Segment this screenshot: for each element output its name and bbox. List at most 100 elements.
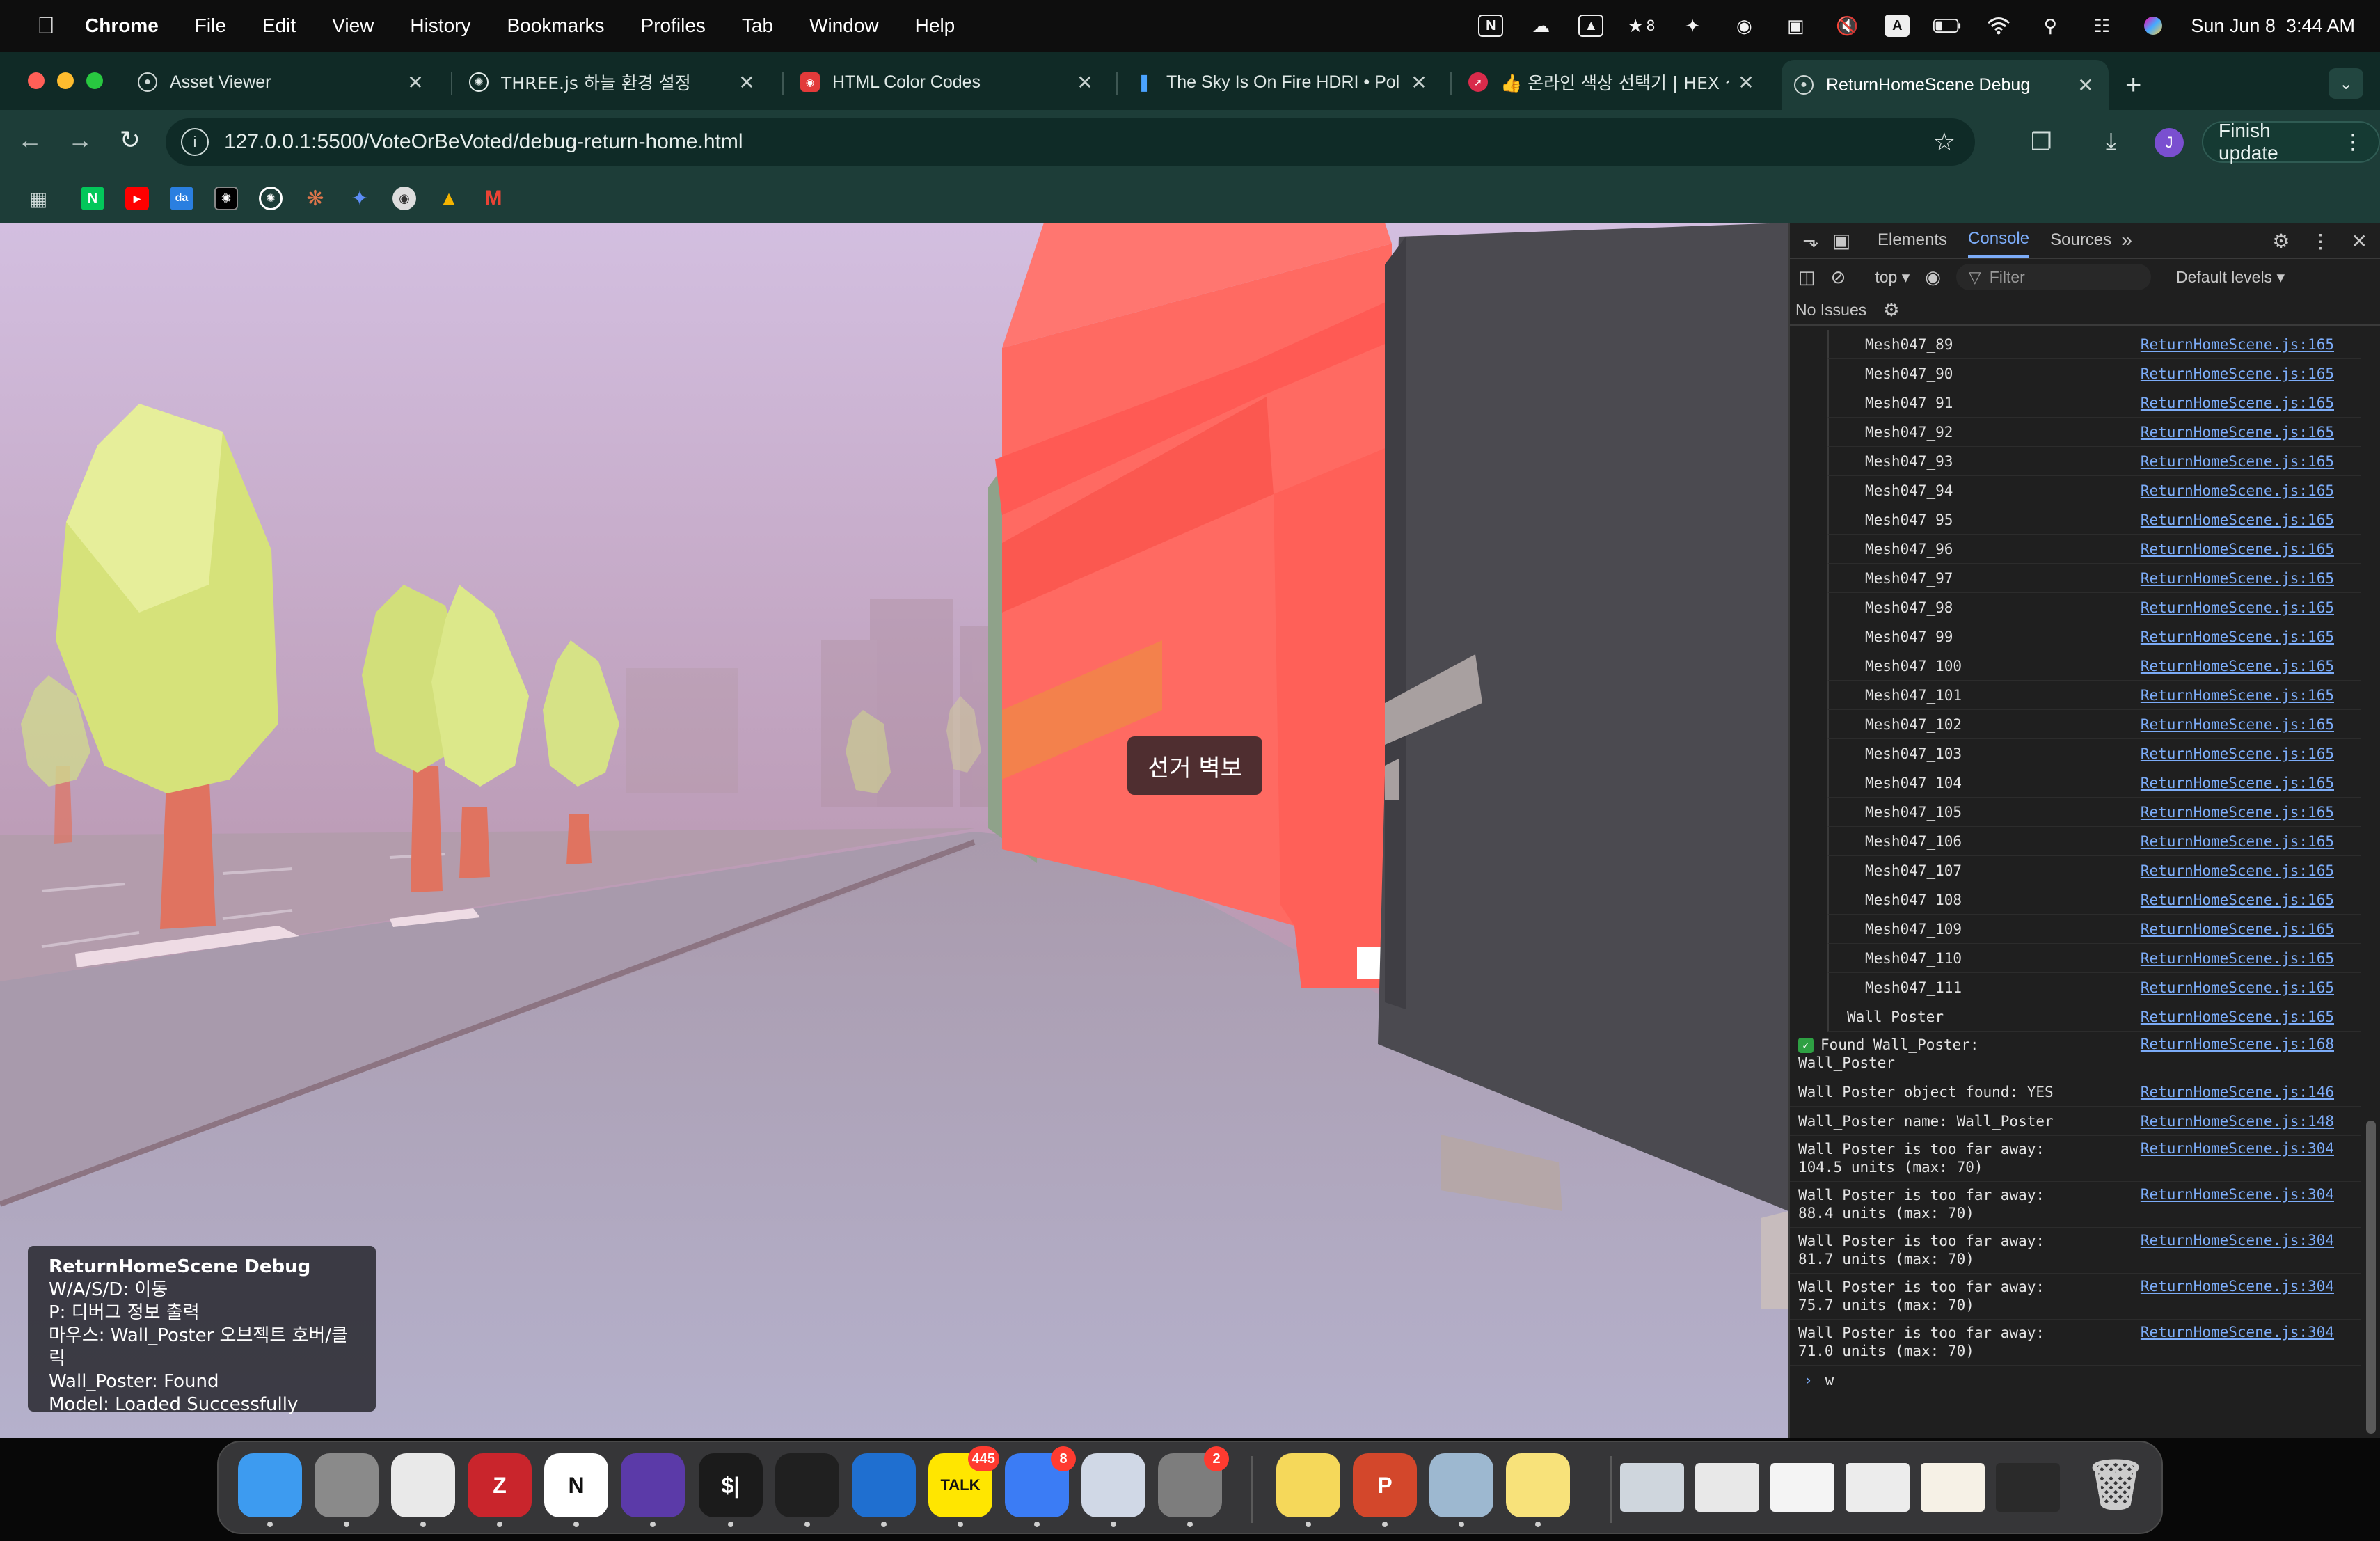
menu-view[interactable]: View xyxy=(332,15,374,37)
live-expression-eye-icon[interactable]: ◉ xyxy=(1925,267,1941,288)
close-tab-icon[interactable]: ✕ xyxy=(736,71,757,94)
console-source-link[interactable]: ReturnHomeScene.js:165 xyxy=(2141,570,2334,587)
tab-console[interactable]: Console xyxy=(1968,222,2030,258)
forward-arrow-icon[interactable]: → xyxy=(63,125,97,155)
console-source-link[interactable]: ReturnHomeScene.js:304 xyxy=(2141,1140,2334,1157)
issues-label[interactable]: No Issues xyxy=(1795,301,1866,319)
console-source-link[interactable]: ReturnHomeScene.js:165 xyxy=(2141,395,2334,411)
dock-kakaotalk-icon[interactable]: TALK 445 xyxy=(928,1446,999,1527)
console-source-link[interactable]: ReturnHomeScene.js:165 xyxy=(2141,892,2334,908)
menu-tab[interactable]: Tab xyxy=(742,15,773,37)
trash-icon[interactable]: 🗑 xyxy=(2084,1453,2148,1517)
console-source-link[interactable]: ReturnHomeScene.js:165 xyxy=(2141,482,2334,499)
console-source-link[interactable]: ReturnHomeScene.js:165 xyxy=(2141,512,2334,528)
dock-window-thumbnail[interactable] xyxy=(1770,1463,1834,1512)
clock[interactable]: Sun Jun 8 3:44 AM xyxy=(2191,15,2355,37)
finish-update-button[interactable]: Finish update ⋮ xyxy=(2202,120,2380,164)
console-source-link[interactable]: ReturnHomeScene.js:304 xyxy=(2141,1324,2334,1341)
webgl-canvas[interactable]: 선거 벽보 ReturnHomeScene Debug W/A/S/D: 이동 … xyxy=(0,223,1788,1438)
console-source-link[interactable]: ReturnHomeScene.js:165 xyxy=(2141,862,2334,879)
menu-edit[interactable]: Edit xyxy=(262,15,296,37)
console-source-link[interactable]: ReturnHomeScene.js:165 xyxy=(2141,658,2334,674)
more-vert-icon[interactable]: ⋮ xyxy=(2311,230,2331,253)
menu-profiles[interactable]: Profiles xyxy=(641,15,706,37)
console-source-link[interactable]: ReturnHomeScene.js:148 xyxy=(2141,1113,2334,1130)
console-source-link[interactable]: ReturnHomeScene.js:165 xyxy=(2141,745,2334,762)
tab-search-chevron-down-icon[interactable]: ⌄ xyxy=(2329,68,2363,99)
console-source-link[interactable]: ReturnHomeScene.js:165 xyxy=(2141,541,2334,558)
dock-unity-icon[interactable] xyxy=(775,1453,839,1527)
dock-window-thumbnail[interactable] xyxy=(1620,1463,1684,1512)
console-source-link[interactable]: ReturnHomeScene.js:168 xyxy=(2141,1036,2334,1052)
tab-polyhaven-hdri[interactable]: ❚ The Sky Is On Fire HDRI • Pol ✕ xyxy=(1122,60,1442,104)
drive-icon[interactable]: ▲ xyxy=(1578,15,1604,37)
bookmark-star-icon[interactable]: ☆ xyxy=(1933,127,1955,157)
satellite-icon[interactable]: ✦ xyxy=(1679,14,1706,38)
claude-bookmark-icon[interactable]: ❋ xyxy=(303,187,327,210)
log-levels-dropdown[interactable]: Default levels ▾ xyxy=(2176,268,2285,287)
console-prompt[interactable]: › w xyxy=(1790,1366,2361,1395)
gmail-bookmark-icon[interactable]: M xyxy=(482,187,505,210)
battery-icon[interactable] xyxy=(1933,14,1961,38)
console-log[interactable]: Mesh047_89 ReturnHomeScene.js:165 Mesh047_… xyxy=(1790,330,2361,1438)
console-source-link[interactable]: ReturnHomeScene.js:165 xyxy=(2141,599,2334,616)
dock-notion-icon[interactable]: N xyxy=(544,1453,608,1527)
naver-bookmark-icon[interactable]: N xyxy=(81,187,104,210)
mute-icon[interactable]: 🔇 xyxy=(1833,14,1861,38)
close-devtools-icon[interactable]: ✕ xyxy=(2351,230,2367,253)
console-source-link[interactable]: ReturnHomeScene.js:165 xyxy=(2141,804,2334,821)
more-tabs-chevron-icon[interactable]: » xyxy=(2111,229,2142,251)
dock-system-settings-icon[interactable]: 2 xyxy=(1158,1446,1229,1527)
console-filter-input[interactable]: ▽ Filter xyxy=(1955,264,2151,290)
console-settings-gear-icon[interactable]: ⚙ xyxy=(1883,299,1899,321)
console-source-link[interactable]: ReturnHomeScene.js:165 xyxy=(2141,365,2334,382)
console-source-link[interactable]: ReturnHomeScene.js:165 xyxy=(2141,424,2334,441)
siri-icon[interactable] xyxy=(2139,14,2167,38)
dock-finder-icon[interactable] xyxy=(238,1453,302,1527)
console-source-link[interactable]: ReturnHomeScene.js:165 xyxy=(2141,979,2334,996)
clear-console-icon[interactable]: ⊘ xyxy=(1831,267,1846,288)
cloud-icon[interactable]: ☁ xyxy=(1527,14,1555,38)
menu-app-name[interactable]: Chrome xyxy=(85,15,159,37)
tab-threejs-sky[interactable]: ✺ THREE.js 하늘 환경 설정 ✕ xyxy=(457,60,770,104)
sidebar-toggle-icon[interactable]: ◫ xyxy=(1798,267,1816,288)
console-prompt-input[interactable]: w xyxy=(1825,1372,1834,1389)
url-text[interactable]: 127.0.0.1:5500/VoteOrBeVoted/debug-retur… xyxy=(224,130,1933,154)
car-icon[interactable]: ▣ xyxy=(1782,14,1809,38)
tab-html-color-codes[interactable]: ◉ HTML Color Codes ✕ xyxy=(788,60,1108,104)
menu-history[interactable]: History xyxy=(410,15,470,37)
console-source-link[interactable]: ReturnHomeScene.js:165 xyxy=(2141,950,2334,967)
dock-powerpoint-icon[interactable]: P xyxy=(1353,1453,1417,1527)
google-drive-bookmark-icon[interactable]: ▲ xyxy=(437,187,461,210)
dock-preview-icon[interactable] xyxy=(1429,1453,1493,1527)
console-source-link[interactable]: ReturnHomeScene.js:304 xyxy=(2141,1278,2334,1295)
dock-stickies-icon[interactable] xyxy=(1276,1453,1340,1527)
menu-help[interactable]: Help xyxy=(915,15,955,37)
dock-vscode-icon[interactable] xyxy=(852,1453,916,1527)
notification-app-icon[interactable]: ★ 8 xyxy=(1627,14,1656,38)
address-bar[interactable]: i 127.0.0.1:5500/VoteOrBeVoted/debug-ret… xyxy=(166,118,1975,166)
console-source-link[interactable]: ReturnHomeScene.js:165 xyxy=(2141,336,2334,353)
console-scrollbar[interactable] xyxy=(2366,1121,2376,1434)
chatgpt-bookmark-icon[interactable]: ✺ xyxy=(214,187,238,210)
console-source-link[interactable]: ReturnHomeScene.js:165 xyxy=(2141,775,2334,791)
dock-window-thumbnail[interactable] xyxy=(1921,1463,1985,1512)
dock-launchpad-icon[interactable] xyxy=(315,1453,379,1527)
profile-avatar[interactable]: J xyxy=(2155,128,2184,157)
control-center-icon[interactable]: ☷ xyxy=(2088,14,2116,38)
dock-iphone-mirroring-icon[interactable] xyxy=(1081,1453,1145,1527)
console-source-link[interactable]: ReturnHomeScene.js:304 xyxy=(2141,1232,2334,1249)
dock-chrome-icon[interactable] xyxy=(391,1453,455,1527)
extensions-puzzle-icon[interactable]: ❐ xyxy=(2031,128,2052,156)
menu-window[interactable]: Window xyxy=(809,15,879,37)
record-icon[interactable]: ◉ xyxy=(1730,14,1758,38)
apps-grid-icon[interactable]: ▦ xyxy=(26,187,50,210)
dock-window-thumbnail[interactable] xyxy=(1695,1463,1759,1512)
close-tab-icon[interactable]: ✕ xyxy=(1409,71,1429,94)
console-source-link[interactable]: ReturnHomeScene.js:165 xyxy=(2141,687,2334,704)
console-source-link[interactable]: ReturnHomeScene.js:165 xyxy=(2141,716,2334,733)
download-icon[interactable]: ⤓ xyxy=(2106,128,2116,155)
settings-gear-icon[interactable]: ⚙ xyxy=(2272,230,2290,253)
back-arrow-icon[interactable]: ← xyxy=(13,125,47,155)
zoom-window-button[interactable] xyxy=(86,72,103,89)
